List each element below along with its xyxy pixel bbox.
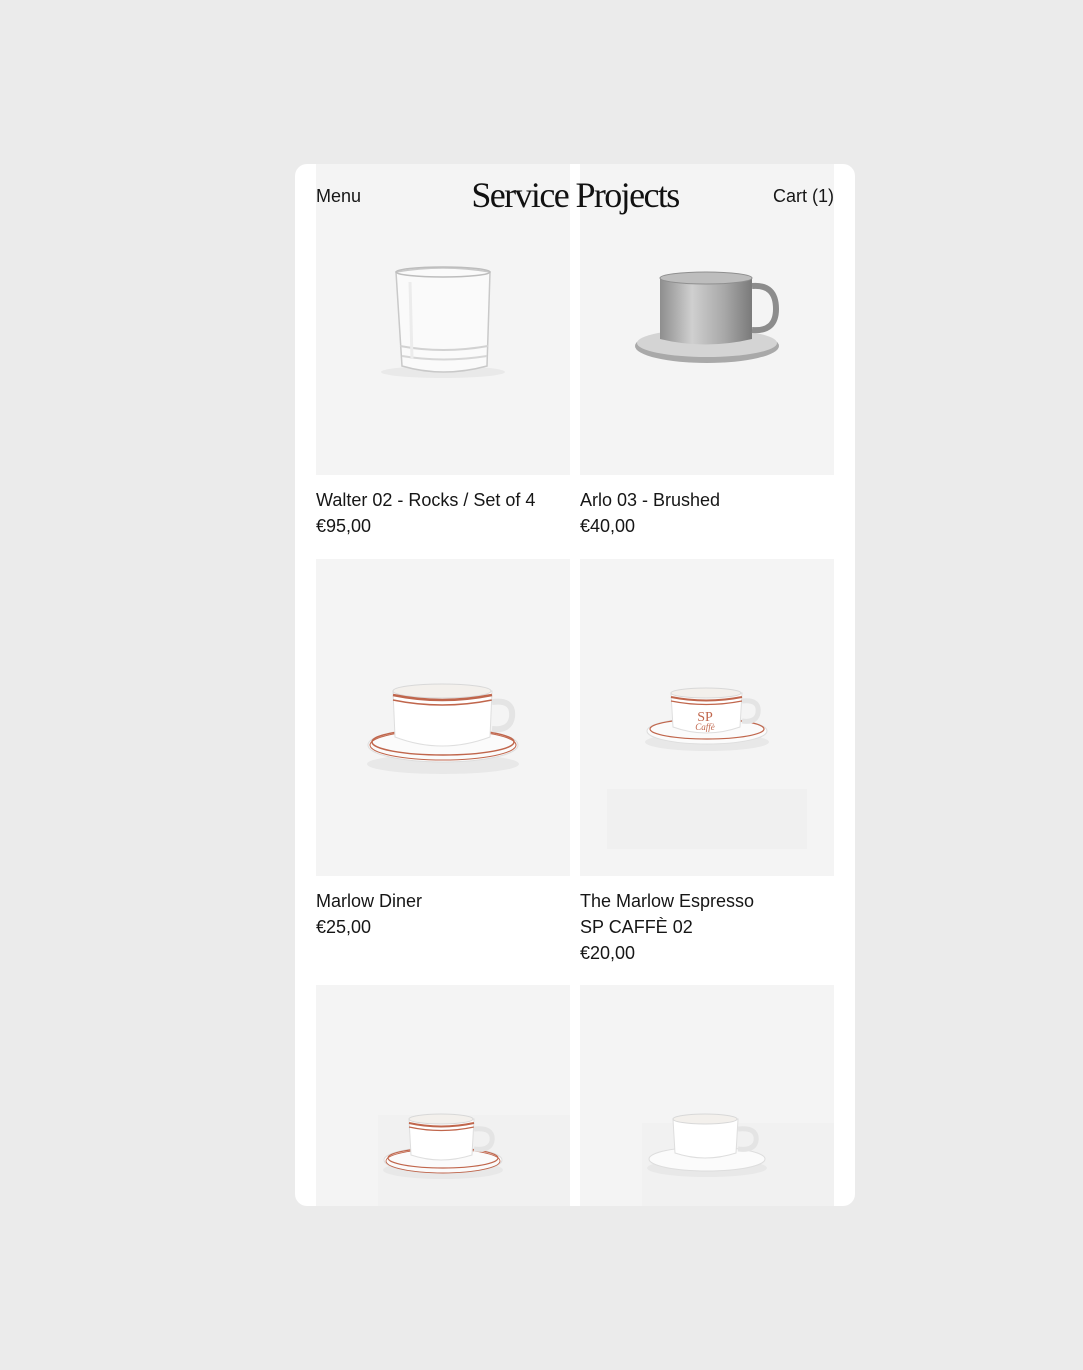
site-logo[interactable]: Service Projects xyxy=(295,175,855,215)
product-image-espresso-plain[interactable] xyxy=(580,985,834,1206)
cart-button[interactable]: Cart (1) xyxy=(773,186,834,206)
product-price: €20,00 xyxy=(580,943,636,963)
product-image-diner-cup[interactable] xyxy=(316,559,570,876)
product-meta: Arlo 03 - Brushed €40,00 xyxy=(580,487,834,539)
phone-frame: Menu Service Projects Cart (1) Walter 02… xyxy=(295,164,855,1206)
product-title: Marlow Diner xyxy=(316,891,423,911)
product-meta: The Marlow Espresso SP CAFFÈ 02 €20,00 xyxy=(580,888,834,966)
product-subtitle: SP CAFFÈ 02 xyxy=(580,917,693,937)
product-price: €95,00 xyxy=(316,516,372,536)
site-header: Menu Service Projects Cart (1) xyxy=(295,164,855,228)
product-meta: Marlow Diner €25,00 xyxy=(316,888,570,940)
product-title: Arlo 03 - Brushed xyxy=(580,490,721,510)
product-price: €25,00 xyxy=(316,917,372,937)
product-image-espresso-red-stripe[interactable] xyxy=(316,985,570,1206)
svg-text:Caffè: Caffè xyxy=(695,722,715,732)
product-title: The Marlow Espresso xyxy=(580,891,755,911)
product-image-espresso-caffe[interactable]: SP Caffè xyxy=(580,559,834,876)
product-card[interactable] xyxy=(316,985,570,1206)
product-card[interactable] xyxy=(580,985,834,1206)
product-card[interactable]: Marlow Diner €25,00 xyxy=(316,559,570,940)
product-title: Walter 02 - Rocks / Set of 4 xyxy=(316,490,536,510)
product-meta: Walter 02 - Rocks / Set of 4 €95,00 xyxy=(316,487,570,539)
product-price: €40,00 xyxy=(580,516,636,536)
product-card[interactable]: SP Caffè The Marlow Espresso SP CAFFÈ 02… xyxy=(580,559,834,966)
